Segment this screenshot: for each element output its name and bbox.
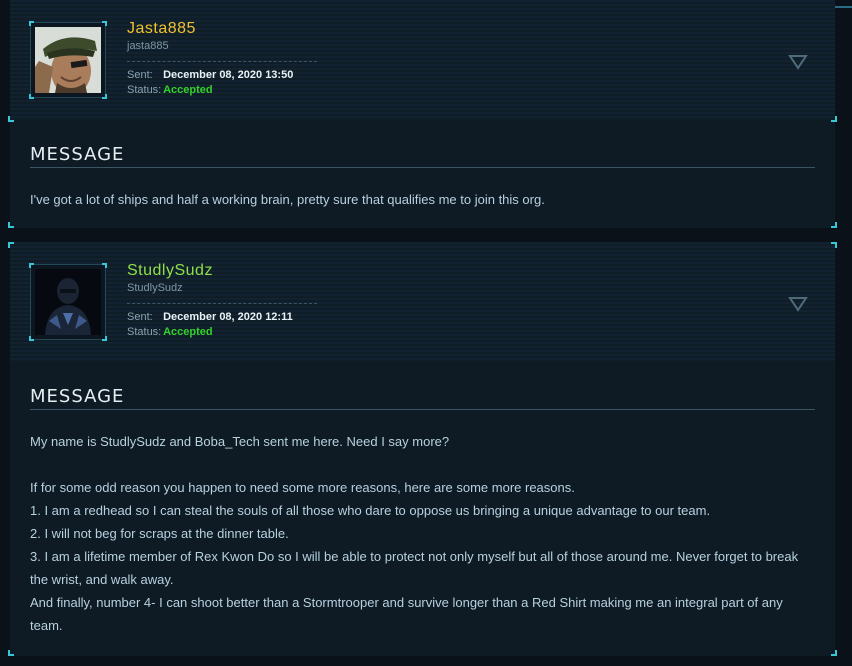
user-nickname: jasta885 — [127, 40, 169, 52]
hooded-figure-avatar-icon — [35, 269, 101, 335]
frame-corner — [102, 336, 107, 341]
sent-label: Sent: — [127, 311, 153, 323]
frame-corner — [29, 21, 34, 26]
status-label: Status: — [127, 84, 162, 96]
chevron-down-icon — [788, 297, 808, 312]
frame-corner — [831, 650, 837, 656]
message-heading: MESSAGE — [30, 120, 815, 168]
dashed-divider — [127, 303, 317, 304]
message-line: 1. I am a redhead so I can steal the sou… — [30, 503, 711, 518]
message-panel: MESSAGE I've got a lot of ships and half… — [10, 120, 835, 228]
sent-row: Sent: December 08, 2020 12:11 — [127, 310, 317, 325]
chevron-down-icon — [788, 55, 808, 70]
avatar-frame[interactable] — [29, 21, 107, 99]
user-info: StudlySudz StudlySudz Sent: December 08,… — [127, 262, 317, 340]
user-nickname: StudlySudz — [127, 282, 183, 294]
message-line: I've got a lot of ships and half a worki… — [30, 192, 545, 207]
message-line: 3. I am a lifetime member of Rex Kwon Do… — [30, 549, 799, 587]
frame-corner — [8, 116, 14, 122]
user-info: Jasta885 jasta885 Sent: December 08, 202… — [127, 20, 317, 98]
frame-corner — [8, 222, 14, 228]
avatar — [35, 269, 101, 335]
expand-toggle-button[interactable] — [787, 293, 809, 315]
message-line: If for some odd reason you happen to nee… — [30, 480, 575, 495]
frame-corner — [831, 242, 837, 248]
message-body: I've got a lot of ships and half a worki… — [30, 168, 815, 211]
application-card-jasta885: Jasta885 jasta885 Sent: December 08, 202… — [8, 0, 837, 228]
message-panel: MESSAGE My name is StudlySudz and Boba_T… — [10, 362, 835, 656]
application-card-studlysudz: StudlySudz StudlySudz Sent: December 08,… — [8, 242, 837, 656]
message-line: 2. I will not beg for scraps at the dinn… — [30, 526, 289, 541]
frame-corner — [102, 21, 107, 26]
message-line — [30, 453, 815, 476]
message-line: And finally, number 4- I can shoot bette… — [30, 595, 783, 633]
user-handle[interactable]: Jasta885 — [127, 20, 317, 38]
message-line: My name is StudlySudz and Boba_Tech sent… — [30, 434, 450, 449]
frame-corner — [102, 263, 107, 268]
frame-corner — [831, 116, 837, 122]
message-heading: MESSAGE — [30, 362, 815, 410]
frame-corner — [831, 222, 837, 228]
sent-row: Sent: December 08, 2020 13:50 — [127, 68, 317, 83]
soldier-avatar-icon — [35, 27, 101, 93]
sent-label: Sent: — [127, 69, 153, 81]
frame-corner — [29, 94, 34, 99]
status-label: Status: — [127, 326, 162, 338]
frame-corner — [8, 650, 14, 656]
sent-value: December 08, 2020 12:11 — [163, 311, 293, 323]
application-header: Jasta885 jasta885 Sent: December 08, 202… — [8, 0, 837, 122]
frame-corner — [29, 263, 34, 268]
message-body: My name is StudlySudz and Boba_Tech sent… — [30, 410, 815, 637]
status-row: Status: Accepted — [127, 83, 317, 98]
application-header: StudlySudz StudlySudz Sent: December 08,… — [8, 242, 837, 362]
avatar — [35, 27, 101, 93]
applications-page: Jasta885 jasta885 Sent: December 08, 202… — [0, 0, 852, 666]
status-badge: Accepted — [163, 326, 213, 338]
expand-toggle-button[interactable] — [787, 51, 809, 73]
sent-value: December 08, 2020 13:50 — [163, 69, 294, 81]
status-badge: Accepted — [163, 84, 213, 96]
status-row: Status: Accepted — [127, 325, 317, 340]
avatar-frame[interactable] — [29, 263, 107, 341]
frame-corner — [29, 336, 34, 341]
frame-corner — [8, 242, 14, 248]
user-handle[interactable]: StudlySudz — [127, 262, 317, 280]
frame-corner — [102, 94, 107, 99]
dashed-divider — [127, 61, 317, 62]
